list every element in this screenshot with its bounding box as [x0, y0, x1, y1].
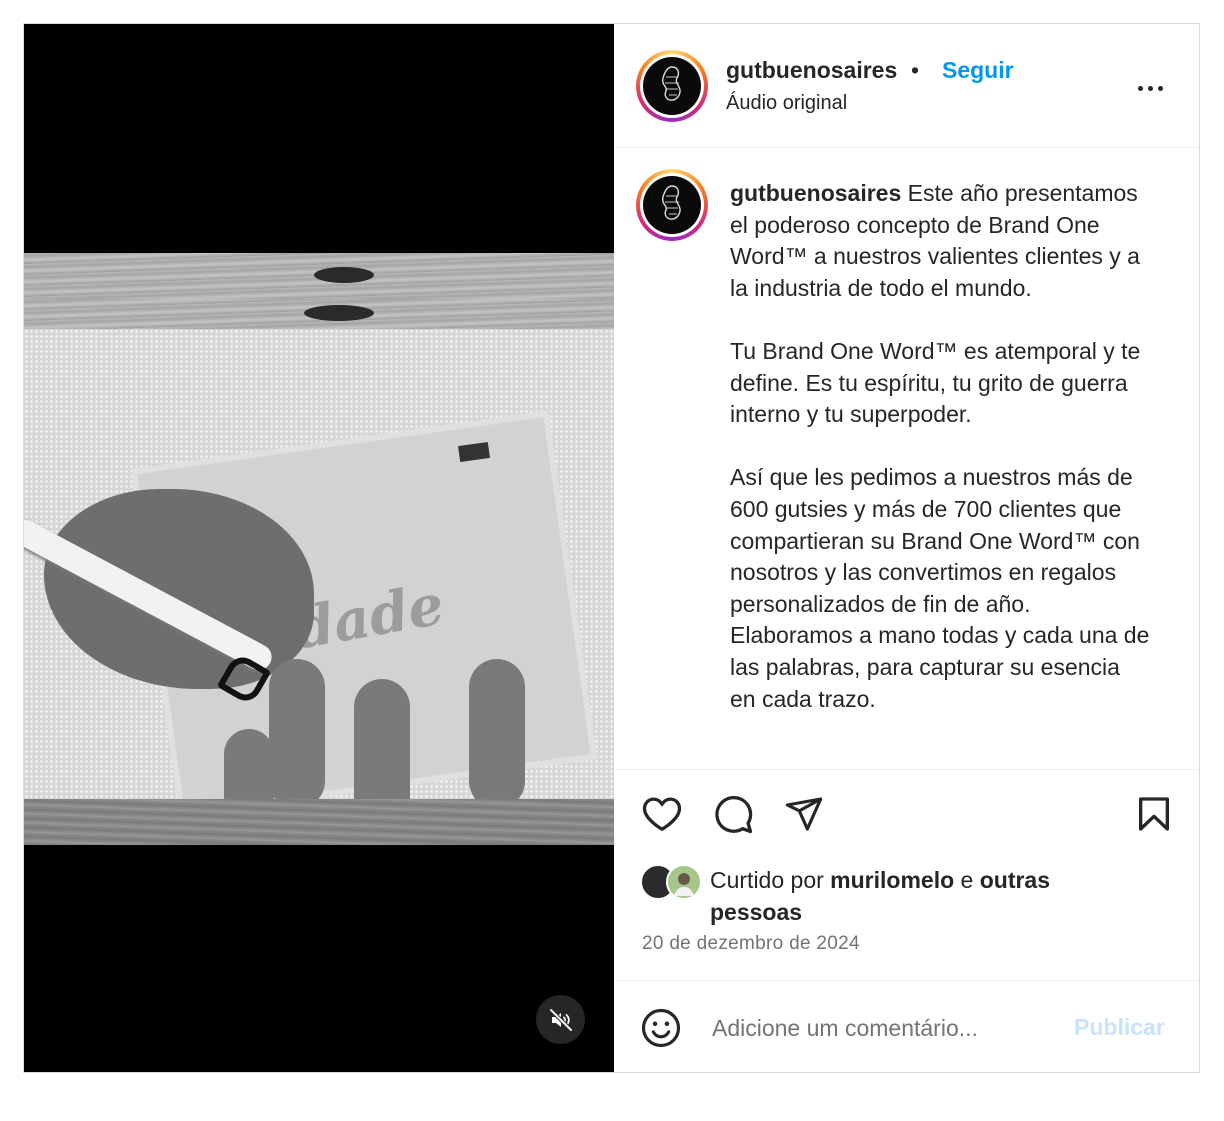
speaker-muted-icon [549, 1008, 572, 1031]
like-button[interactable] [640, 792, 684, 836]
profile-image [643, 176, 701, 234]
post-container: dade gutbuenosaires • Seguir Áudio origi… [23, 23, 1200, 1073]
audio-link[interactable]: Áudio original [726, 92, 847, 115]
post-details-panel: gutbuenosaires • Seguir Áudio original g… [614, 24, 1199, 1072]
caption-text: gutbuenosaires Este año presentamos el p… [730, 178, 1150, 747]
likes-summary: Curtido por murilomelo e outras pessoas [710, 864, 1130, 928]
caption-section: gutbuenosaires Este año presentamos el p… [614, 149, 1199, 769]
publish-button[interactable]: Publicar [1074, 1014, 1165, 1041]
likes-connector: e [960, 867, 974, 893]
post-date[interactable]: 20 de dezembro de 2024 [642, 933, 860, 955]
caption-paragraph: Así que les pedimos a nuestros más de 60… [730, 464, 1150, 712]
mute-button[interactable] [536, 995, 585, 1044]
avatar[interactable] [636, 50, 708, 122]
avatar[interactable] [636, 169, 708, 241]
heart-icon [642, 797, 682, 832]
separator-dot: • [911, 57, 920, 83]
comment-icon [715, 796, 753, 834]
caption-paragraph: Tu Brand One Word™ es atemporal y te def… [730, 337, 1141, 428]
wood-surface [24, 253, 614, 299]
username-link[interactable]: gutbuenosaires [726, 57, 897, 84]
emoji-button[interactable] [640, 1007, 682, 1049]
profile-image [643, 57, 701, 115]
light-box: dade [24, 329, 614, 845]
likes-prefix: Curtido por [710, 867, 824, 893]
more-icon [1137, 85, 1143, 91]
divider [614, 769, 1199, 770]
video-frame: dade [24, 253, 614, 845]
comment-button[interactable] [711, 792, 755, 836]
finger [469, 659, 525, 809]
caption-username[interactable]: gutbuenosaires [730, 180, 901, 206]
comment-bar: Publicar [614, 980, 1199, 1072]
video-player[interactable]: dade [24, 24, 614, 1072]
emoji-icon [641, 1008, 681, 1048]
save-button[interactable] [1132, 792, 1176, 836]
finger [269, 659, 325, 809]
liker-username-link[interactable]: murilomelo [830, 867, 954, 893]
comment-input[interactable] [712, 1011, 1052, 1045]
liker-avatar[interactable] [666, 864, 702, 900]
share-icon [785, 797, 823, 831]
more-options-button[interactable] [1132, 76, 1168, 100]
follow-button[interactable]: Seguir [942, 57, 1014, 84]
share-button[interactable] [782, 792, 826, 836]
post-header: gutbuenosaires • Seguir Áudio original [614, 24, 1199, 148]
wood-surface [24, 799, 614, 845]
wood-surface [24, 299, 614, 329]
bookmark-icon [1139, 797, 1169, 831]
